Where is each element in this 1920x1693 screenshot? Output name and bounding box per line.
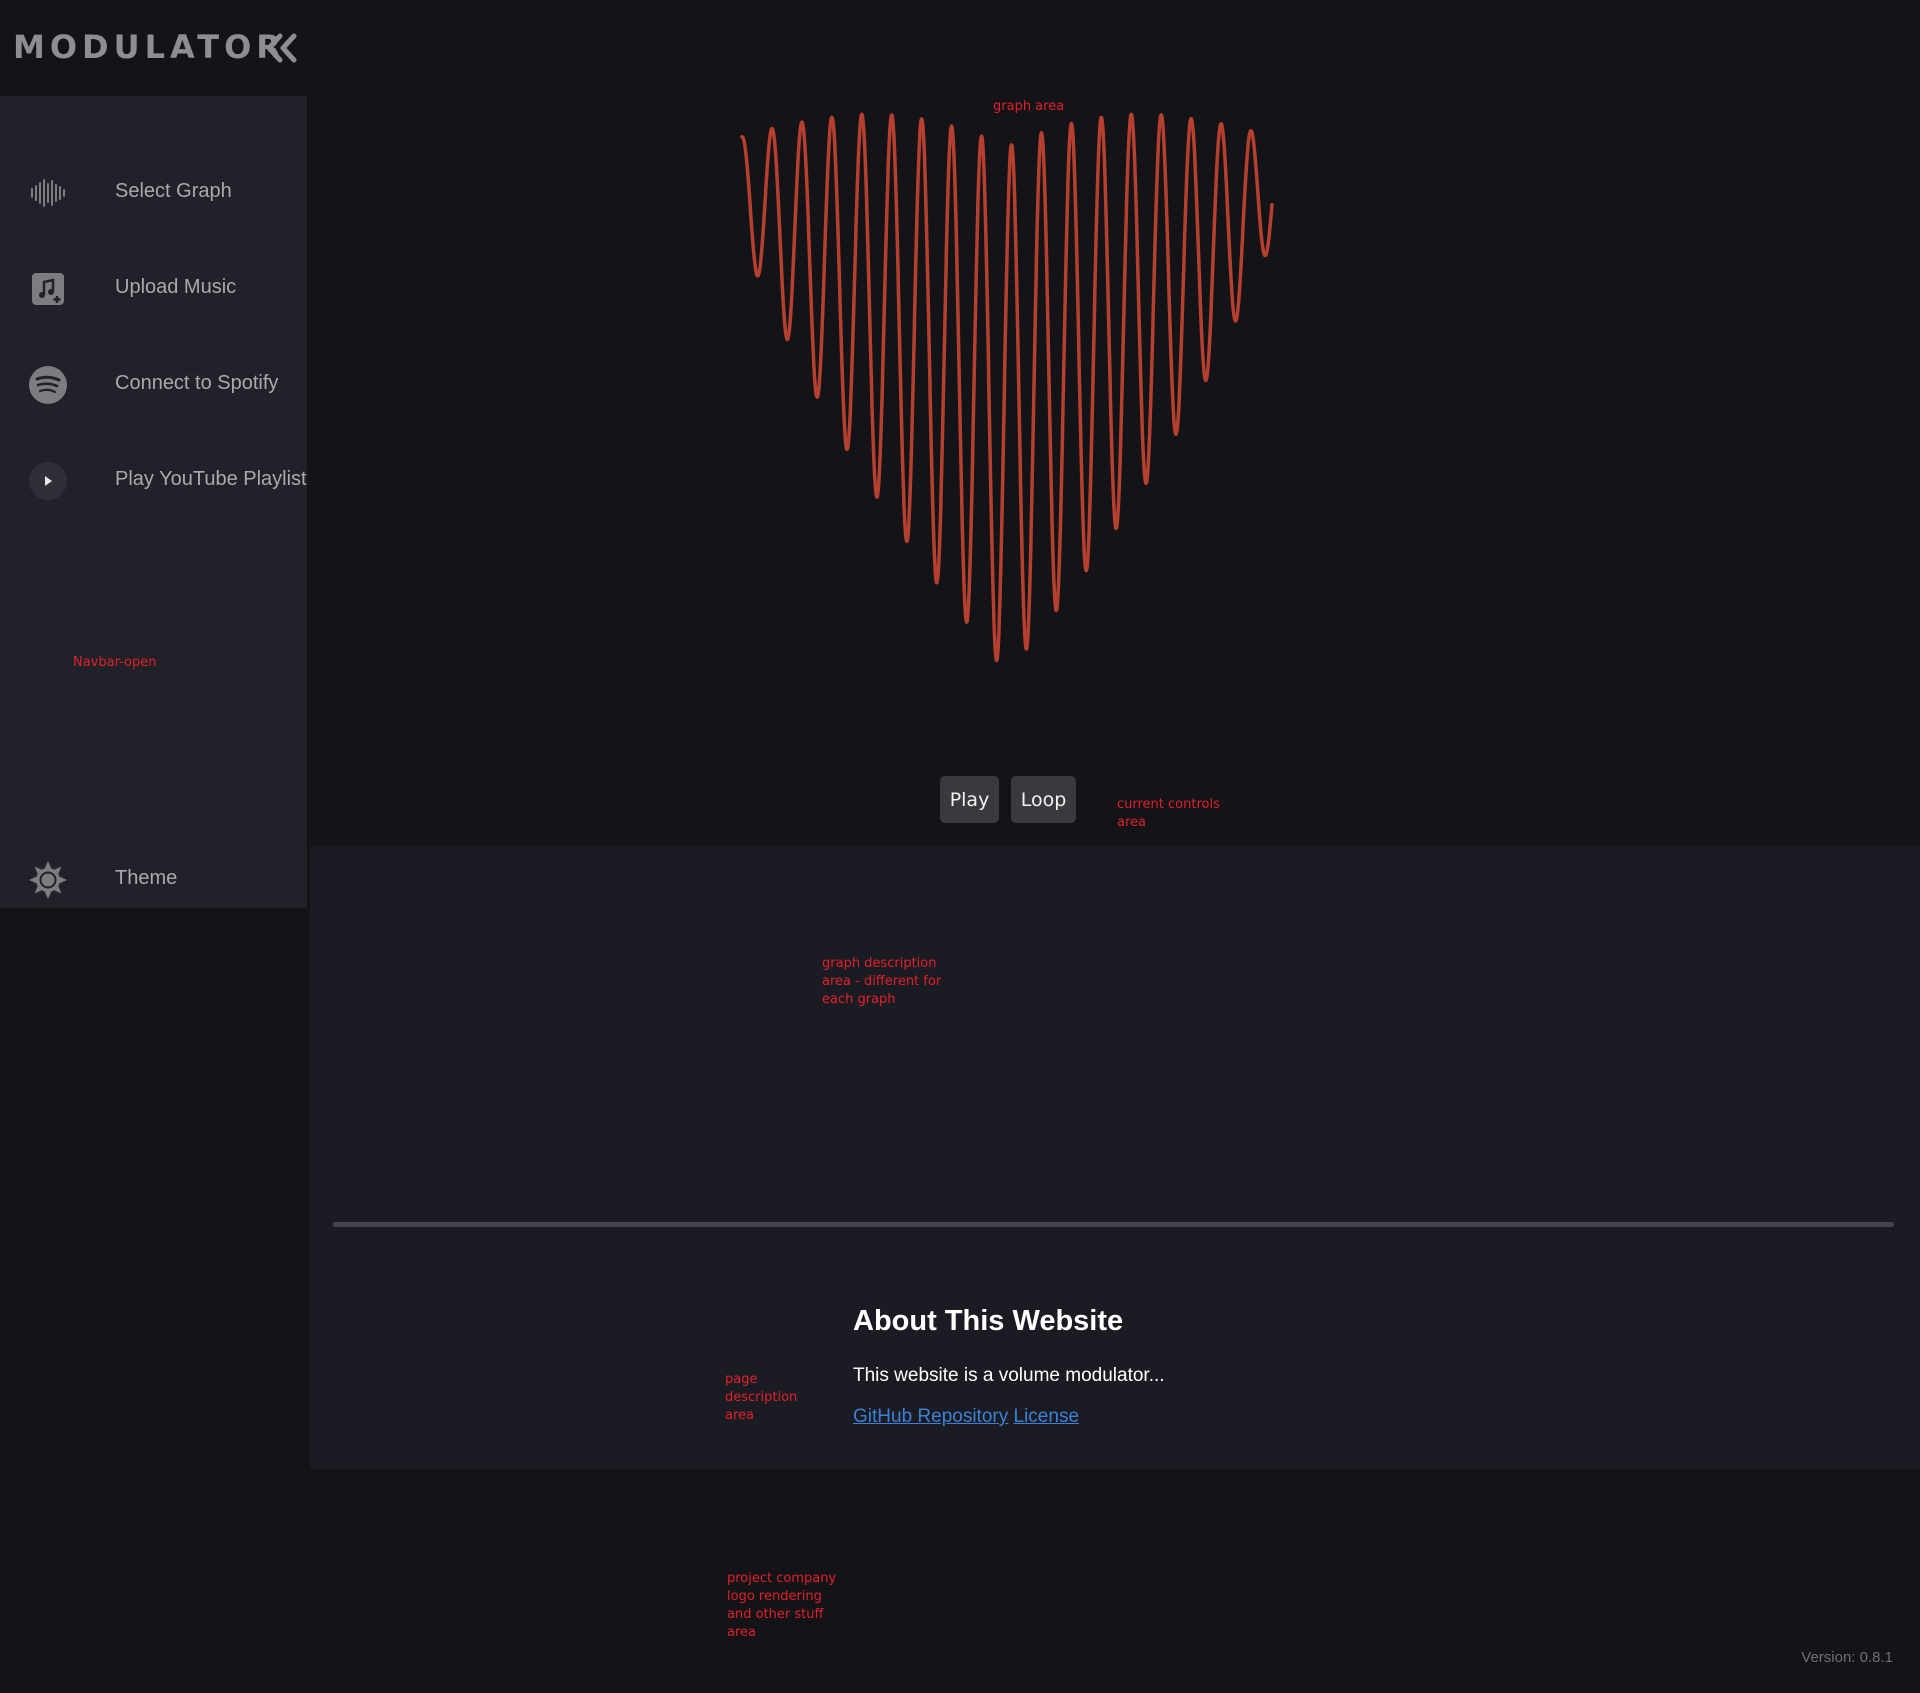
double-chevron-left-icon xyxy=(266,33,297,63)
graph-annotation: graph area xyxy=(993,99,1065,114)
github-repository-link[interactable]: GitHub Repository xyxy=(853,1406,1008,1427)
spotify-icon xyxy=(28,365,68,405)
version-label: Version: 0.8.1 xyxy=(1801,1649,1893,1666)
heart-wave-graph xyxy=(740,112,1274,663)
sidebar-item-upload-music[interactable]: Upload Music xyxy=(0,252,307,322)
section-divider xyxy=(333,1222,1894,1227)
sun-gear-icon xyxy=(28,860,68,900)
play-button[interactable]: Play xyxy=(940,776,999,823)
sidebar-item-label: Theme xyxy=(115,867,178,889)
navbar-annotation: Navbar-open xyxy=(73,655,157,670)
about-title: About This Website xyxy=(853,1305,1124,1337)
graph-area xyxy=(722,88,1292,698)
top-bar: MODULATOR xyxy=(0,0,307,96)
waveform-icon xyxy=(28,173,68,213)
sidebar-item-theme[interactable]: Theme xyxy=(0,843,307,913)
sidebar-item-select-graph[interactable]: Select Graph xyxy=(0,156,307,226)
sidebar-item-label: Connect to Spotify xyxy=(115,372,279,394)
footer-annotation: project company logo rendering and other… xyxy=(727,1571,837,1640)
controls-annotation: current controls area xyxy=(1117,797,1220,830)
sidebar-item-label: Select Graph xyxy=(115,180,232,202)
about-links: GitHub Repository License xyxy=(853,1406,1079,1428)
about-text: This website is a volume modulator... xyxy=(853,1365,1165,1386)
page-description-annotation: page description area xyxy=(725,1372,798,1423)
collapse-sidebar-button[interactable] xyxy=(262,30,302,66)
footer-area xyxy=(310,1469,1920,1693)
description-annotation: graph description area - different for e… xyxy=(822,956,942,1007)
loop-button[interactable]: Loop xyxy=(1011,776,1076,823)
license-link[interactable]: License xyxy=(1014,1406,1080,1427)
sidebar-item-connect-spotify[interactable]: Connect to Spotify xyxy=(0,348,307,418)
sidebar-item-youtube-playlist[interactable]: Play YouTube Playlist xyxy=(0,444,307,514)
music-upload-icon xyxy=(28,269,68,309)
app-logo: MODULATOR xyxy=(13,28,286,66)
sidebar-item-label: Play YouTube Playlist xyxy=(115,468,307,490)
sidebar-item-label: Upload Music xyxy=(115,276,237,298)
play-circle-icon xyxy=(28,461,68,501)
sidebar: Select Graph Upload Music Connect to Spo… xyxy=(0,96,307,908)
